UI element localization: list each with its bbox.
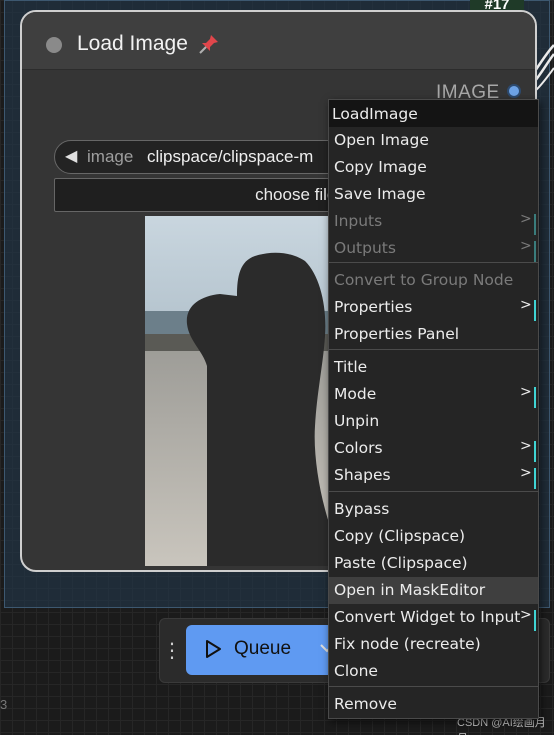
menu-item-unpin[interactable]: Unpin [329, 408, 538, 435]
menu-item-open-image[interactable]: Open Image [329, 127, 538, 154]
menu-item-label: Mode [334, 385, 377, 403]
menu-item-copy-clipspace[interactable]: Copy (Clipspace) [329, 523, 538, 550]
menu-item-label: Shapes [334, 466, 391, 484]
menu-item-label: Open in MaskEditor [334, 581, 486, 599]
menu-item-copy-image[interactable]: Copy Image [329, 154, 538, 181]
submenu-arrow-icon: > [520, 607, 532, 623]
corner-counter: 3 [0, 697, 8, 712]
menu-item-bypass[interactable]: Bypass [329, 496, 538, 523]
menu-separator [329, 349, 538, 350]
menu-item-label: Outputs [334, 239, 396, 257]
submenu-indicator [534, 241, 536, 262]
menu-item-label: Convert Widget to Input [334, 608, 521, 626]
node-title: Load Image [77, 32, 188, 55]
menu-item-save-image[interactable]: Save Image [329, 181, 538, 208]
menu-item-label: Paste (Clipspace) [334, 554, 468, 572]
menu-item-mode[interactable]: Mode > [329, 381, 538, 408]
menu-separator [329, 686, 538, 687]
submenu-arrow-icon: > [520, 438, 532, 454]
menu-item-properties-panel[interactable]: Properties Panel [329, 321, 538, 348]
submenu-indicator [534, 214, 536, 235]
play-icon [206, 640, 221, 658]
menu-item-open-in-maskeditor[interactable]: Open in MaskEditor [329, 577, 538, 604]
menu-item-label: Unpin [334, 412, 380, 430]
menu-item-convert-to-group-node: Convert to Group Node [329, 267, 538, 294]
menu-separator [329, 262, 538, 263]
image-preview [145, 216, 335, 566]
menu-item-fix-node-recreate[interactable]: Fix node (recreate) [329, 631, 538, 658]
output-slot-dot[interactable] [507, 84, 521, 98]
menu-item-label: Remove [334, 695, 397, 713]
menu-item-label: Convert to Group Node [334, 271, 514, 289]
menu-item-label: Title [334, 358, 368, 376]
menu-item-clone[interactable]: Clone [329, 658, 538, 685]
menu-item-title[interactable]: Title [329, 354, 538, 381]
menu-item-remove[interactable]: Remove [329, 691, 538, 718]
combo-label: image [87, 147, 134, 166]
node-context-menu: LoadImage Open Image Copy Image Save Image… [328, 99, 539, 719]
menu-item-paste-clipspace[interactable]: Paste (Clipspace) [329, 550, 538, 577]
menu-item-shapes[interactable]: Shapes > [329, 462, 538, 489]
menu-item-label: Properties Panel [334, 325, 460, 343]
submenu-indicator [534, 610, 536, 631]
submenu-arrow-icon: > [520, 211, 532, 227]
menu-item-inputs: Inputs > [329, 208, 538, 235]
submenu-arrow-icon: > [520, 465, 532, 481]
submenu-arrow-icon: > [520, 238, 532, 254]
pin-icon [199, 35, 218, 54]
submenu-arrow-icon: > [520, 384, 532, 400]
menu-item-label: Save Image [334, 185, 426, 203]
combo-left-arrow-icon[interactable]: ◀ [65, 146, 77, 166]
menu-item-colors[interactable]: Colors > [329, 435, 538, 462]
menu-item-properties[interactable]: Properties > [329, 294, 538, 321]
combo-value: clipspace/clipspace-m [147, 147, 314, 166]
submenu-indicator [534, 468, 536, 489]
menu-item-label: Bypass [334, 500, 390, 518]
menu-item-label: Colors [334, 439, 383, 457]
submenu-indicator [534, 300, 536, 321]
menu-item-label: Copy Image [334, 158, 427, 176]
menu-item-label: Fix node (recreate) [334, 635, 481, 653]
submenu-arrow-icon: > [520, 297, 532, 313]
submenu-indicator [534, 441, 536, 462]
node-collapse-dot[interactable] [46, 37, 62, 53]
menu-item-label: Properties [334, 298, 413, 316]
menu-item-convert-widget-to-input[interactable]: Convert Widget to Input > [329, 604, 538, 631]
menu-separator [329, 491, 538, 492]
menu-item-label: Inputs [334, 212, 383, 230]
context-menu-title: LoadImage [329, 100, 538, 127]
menu-item-label: Clone [334, 662, 378, 680]
queue-button-label: Queue [234, 638, 292, 659]
submenu-indicator [534, 387, 536, 408]
drag-handle-icon[interactable]: ⋮ [162, 637, 182, 665]
menu-item-label: Copy (Clipspace) [334, 527, 466, 545]
menu-item-label: Open Image [334, 131, 429, 149]
menu-item-outputs: Outputs > [329, 235, 538, 262]
